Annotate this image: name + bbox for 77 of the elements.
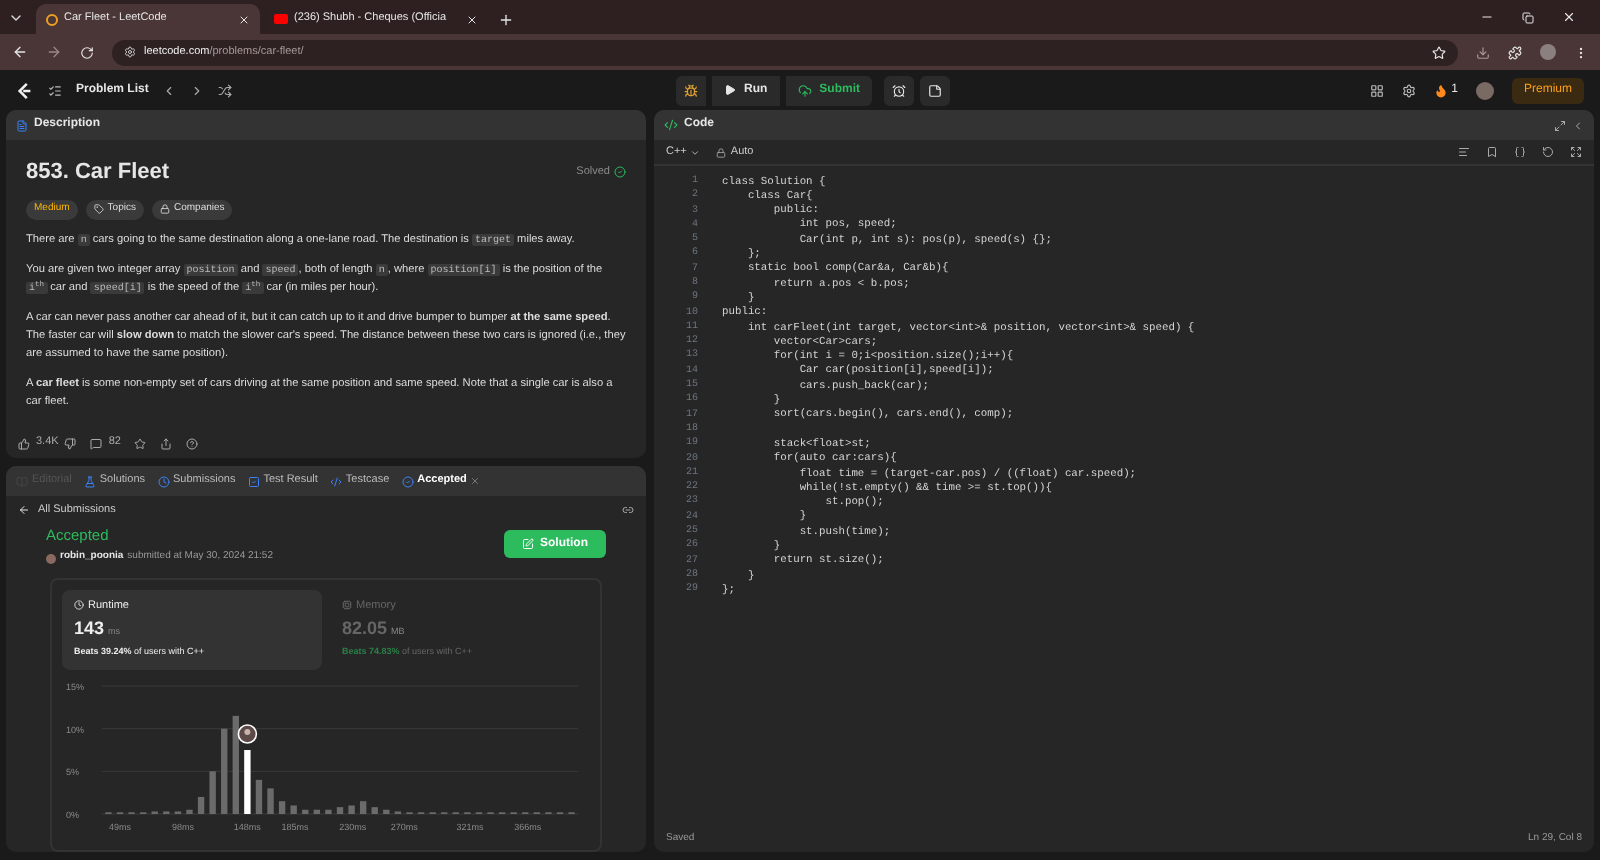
histogram-bar	[302, 809, 309, 814]
histogram-bar	[359, 800, 367, 814]
histogram-bar	[232, 715, 239, 814]
tab-icon	[83, 475, 96, 487]
code-icon	[664, 118, 678, 132]
menu-icon[interactable]	[1574, 45, 1588, 59]
histogram-bar	[290, 804, 297, 814]
user-avatar	[46, 553, 56, 563]
histogram-bar	[371, 806, 378, 814]
extensions-icon[interactable]	[1508, 45, 1522, 59]
histogram-bar	[383, 809, 390, 814]
download-icon[interactable]	[1476, 45, 1490, 59]
problem-title: 853. Car Fleet	[26, 158, 170, 188]
settings-icon[interactable]	[1401, 83, 1416, 97]
link-icon[interactable]	[622, 504, 634, 516]
chip-icon	[342, 600, 352, 611]
star-icon[interactable]	[134, 437, 147, 449]
minimize-icon[interactable]	[1480, 10, 1494, 24]
restore-icon[interactable]	[1522, 11, 1534, 23]
list-icon	[48, 83, 62, 97]
stat-value: 143	[74, 616, 105, 642]
document-icon	[16, 119, 28, 131]
bookmark-icon[interactable]	[1486, 146, 1498, 158]
tag-icon	[93, 204, 104, 214]
back-icon[interactable]	[12, 44, 28, 60]
format-icon[interactable]	[1458, 146, 1470, 158]
histogram-bar	[244, 749, 251, 814]
lock-icon	[159, 204, 170, 214]
reset-icon[interactable]	[1542, 146, 1554, 158]
new-tab-icon[interactable]	[498, 11, 514, 27]
user-avatar[interactable]	[1475, 81, 1494, 99]
histogram-bar	[186, 809, 193, 814]
dislike-icon[interactable]	[64, 437, 77, 449]
tab-icon	[247, 475, 260, 487]
flame-icon	[1433, 83, 1448, 97]
layout-icon[interactable]	[1369, 83, 1384, 97]
check-icon	[614, 166, 626, 179]
histogram-bar	[336, 806, 344, 814]
avatar-marker	[237, 723, 258, 744]
histogram-bar	[325, 809, 332, 814]
debug-icon[interactable]	[684, 83, 698, 97]
histogram-bar	[221, 728, 228, 814]
histogram-bar	[197, 796, 205, 814]
shuffle-icon[interactable]	[218, 83, 233, 97]
reload-icon[interactable]	[80, 45, 94, 59]
lock-icon	[716, 147, 727, 157]
site-info-icon	[124, 46, 136, 58]
back-icon[interactable]	[18, 504, 30, 516]
braces-icon[interactable]	[1514, 146, 1526, 158]
tab-icon	[157, 475, 170, 487]
play-icon	[724, 84, 736, 96]
histogram-bar	[348, 804, 355, 814]
help-icon[interactable]	[186, 437, 199, 449]
next-icon[interactable]	[190, 83, 205, 97]
stat-value: 82.05	[342, 616, 388, 642]
share-icon[interactable]	[160, 437, 173, 449]
note-icon[interactable]	[928, 83, 943, 97]
clock-icon	[74, 600, 84, 611]
tab-icon	[329, 475, 342, 487]
comment-icon[interactable]	[90, 437, 103, 449]
timer-icon[interactable]	[892, 83, 907, 97]
histogram-bar	[267, 787, 274, 814]
profile-avatar[interactable]	[1540, 44, 1556, 60]
histogram-bar	[255, 779, 263, 814]
upload-icon	[797, 83, 812, 97]
previous-icon[interactable]	[162, 83, 177, 97]
collapse-icon[interactable]	[1572, 119, 1584, 131]
caret-icon	[690, 147, 701, 157]
bookmark-star-icon[interactable]	[1432, 45, 1446, 59]
histogram-bar	[313, 809, 321, 814]
histogram-bar	[278, 800, 286, 814]
forward-icon[interactable]	[46, 44, 62, 60]
tab-icon	[401, 475, 414, 487]
play-icon	[274, 14, 288, 24]
like-icon[interactable]	[18, 437, 30, 449]
edit-icon	[522, 538, 534, 550]
histogram-bar	[209, 770, 216, 814]
